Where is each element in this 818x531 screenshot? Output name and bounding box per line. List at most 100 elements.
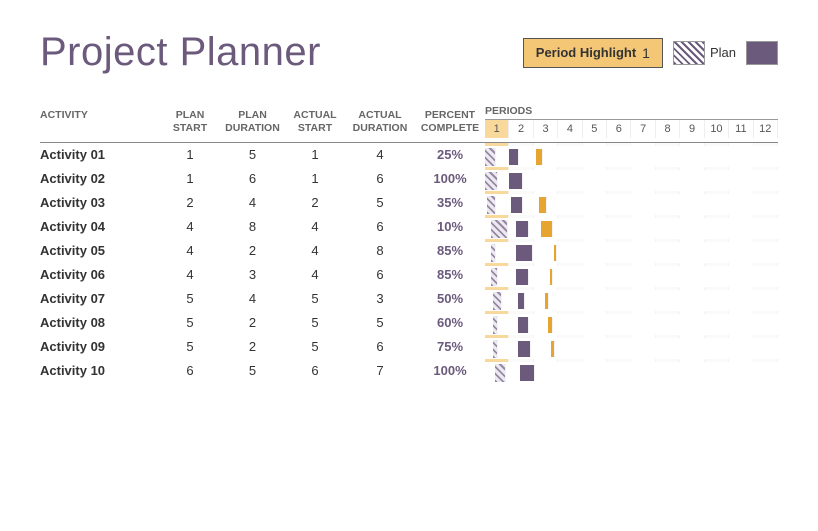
actual-bar — [516, 221, 529, 237]
cell-actual-duration: 7 — [345, 359, 415, 383]
activity-name: Activity 07 — [40, 287, 160, 311]
cell-plan-duration: 5 — [220, 359, 285, 383]
actual-bar — [520, 365, 535, 381]
plan-bar — [495, 364, 506, 382]
cell-plan-start: 5 — [160, 311, 220, 335]
remaining-bar — [551, 341, 555, 357]
period-num: 7 — [631, 120, 655, 138]
cell-plan-duration: 5 — [220, 143, 285, 167]
period-highlight-badge: Period Highlight 1 — [523, 38, 663, 68]
cell-actual-duration: 6 — [345, 167, 415, 191]
activity-name: Activity 08 — [40, 311, 160, 335]
period-num: 5 — [583, 120, 607, 138]
activity-name: Activity 03 — [40, 191, 160, 215]
cell-plan-duration: 2 — [220, 311, 285, 335]
remaining-bar — [554, 245, 557, 261]
activity-name: Activity 05 — [40, 239, 160, 263]
gantt-row — [485, 311, 778, 335]
cell-plan-start: 6 — [160, 359, 220, 383]
cell-actual-start: 5 — [285, 287, 345, 311]
actual-bar — [518, 341, 531, 357]
col-activity: ACTIVITY — [40, 105, 160, 142]
gantt-row — [485, 191, 778, 215]
plan-bar — [491, 244, 496, 262]
cell-percent: 60% — [415, 311, 485, 335]
cell-plan-start: 5 — [160, 287, 220, 311]
cell-percent: 100% — [415, 359, 485, 383]
period-highlight-value: 1 — [642, 45, 650, 61]
cell-percent: 75% — [415, 335, 485, 359]
cell-percent: 50% — [415, 287, 485, 311]
actual-bar — [516, 269, 529, 285]
cell-plan-duration: 8 — [220, 215, 285, 239]
gantt-row — [485, 167, 778, 191]
col-actual-duration: ACTUAL DURATION — [345, 105, 415, 142]
plan-bar — [491, 220, 508, 238]
plan-swatch-icon — [673, 41, 705, 65]
remaining-bar — [545, 293, 549, 309]
period-num: 6 — [607, 120, 631, 138]
cell-plan-duration: 2 — [220, 335, 285, 359]
period-num: 11 — [729, 120, 753, 138]
legend: Period Highlight 1 Plan — [523, 38, 778, 68]
plan-bar — [487, 196, 496, 214]
activity-name: Activity 09 — [40, 335, 160, 359]
period-num: 10 — [705, 120, 729, 138]
remaining-bar — [539, 197, 547, 213]
period-num: 12 — [754, 120, 778, 138]
gantt-row — [485, 143, 778, 167]
actual-bar — [511, 197, 522, 213]
cell-plan-start: 4 — [160, 215, 220, 239]
cell-actual-start: 4 — [285, 215, 345, 239]
remaining-bar — [550, 269, 553, 285]
gantt-row — [485, 239, 778, 263]
cell-actual-duration: 6 — [345, 263, 415, 287]
actual-bar — [516, 245, 533, 261]
remaining-bar — [541, 221, 553, 237]
col-plan-duration: PLAN DURATION — [220, 105, 285, 142]
period-num: 8 — [656, 120, 680, 138]
gantt-row — [485, 263, 778, 287]
period-num: 3 — [534, 120, 558, 138]
period-numbers: 123456789101112 — [485, 119, 778, 138]
cell-plan-start: 1 — [160, 143, 220, 167]
plan-bar — [493, 340, 498, 358]
cell-actual-duration: 6 — [345, 335, 415, 359]
activity-name: Activity 01 — [40, 143, 160, 167]
col-plan-start: PLAN START — [160, 105, 220, 142]
col-actual-start: ACTUAL START — [285, 105, 345, 142]
cell-plan-duration: 4 — [220, 191, 285, 215]
activity-name: Activity 10 — [40, 359, 160, 383]
cell-plan-start: 4 — [160, 239, 220, 263]
cell-plan-duration: 6 — [220, 167, 285, 191]
cell-plan-duration: 3 — [220, 263, 285, 287]
col-periods-wrap: PERIODS 123456789101112 — [485, 105, 778, 142]
cell-actual-duration: 6 — [345, 215, 415, 239]
cell-percent: 100% — [415, 167, 485, 191]
gantt-row — [485, 215, 778, 239]
cell-actual-duration: 5 — [345, 311, 415, 335]
cell-plan-duration: 2 — [220, 239, 285, 263]
cell-percent: 35% — [415, 191, 485, 215]
cell-actual-duration: 3 — [345, 287, 415, 311]
cell-actual-start: 6 — [285, 359, 345, 383]
cell-actual-start: 5 — [285, 311, 345, 335]
actual-swatch-icon — [746, 41, 778, 65]
cell-actual-start: 4 — [285, 239, 345, 263]
actual-bar — [509, 173, 522, 189]
plan-bar — [485, 148, 496, 166]
plan-bar — [485, 172, 498, 190]
plan-bar — [493, 292, 502, 310]
remaining-bar — [536, 149, 543, 165]
period-num: 2 — [509, 120, 533, 138]
actual-bar — [518, 293, 525, 309]
cell-actual-duration: 8 — [345, 239, 415, 263]
cell-percent: 25% — [415, 143, 485, 167]
activity-name: Activity 04 — [40, 215, 160, 239]
cell-actual-start: 5 — [285, 335, 345, 359]
period-highlight-label: Period Highlight — [536, 45, 636, 60]
cell-actual-start: 4 — [285, 263, 345, 287]
plan-bar — [493, 316, 498, 334]
cell-actual-start: 2 — [285, 191, 345, 215]
gantt-row — [485, 335, 778, 359]
